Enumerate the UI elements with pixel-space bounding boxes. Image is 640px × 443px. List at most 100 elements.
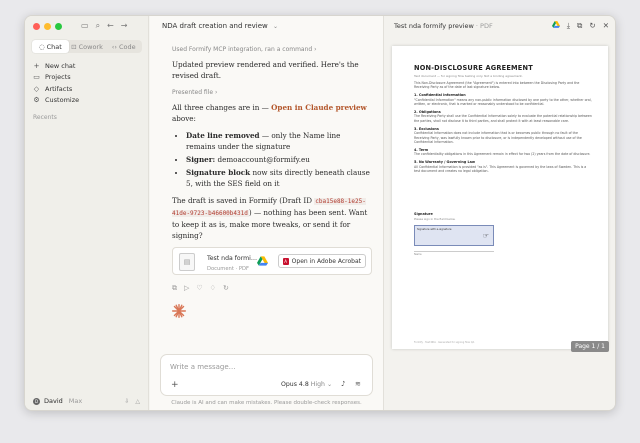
chat-title[interactable]: NDA draft creation and review ⌄ (162, 22, 278, 30)
refresh-icon[interactable]: ↻ (589, 21, 595, 31)
claude-logo-icon (172, 304, 186, 318)
sidebar-item-label: Artifacts (45, 84, 73, 93)
window-controls (33, 23, 62, 30)
pdf-page: NON-DISCLOSURE AGREEMENT Test document —… (392, 46, 608, 349)
list-item: Date line removed — only the Name line r… (186, 130, 372, 152)
tab-label: Cowork (78, 42, 103, 51)
chat-panel: NDA draft creation and review ⌄ Used For… (150, 16, 383, 410)
close-icon[interactable]: ✕ (603, 21, 609, 31)
doc-intro: This Non-Disclosure Agreement (the "Agre… (414, 81, 580, 90)
tab-chat[interactable]: ◌ Chat (32, 40, 69, 53)
close-window-button[interactable] (33, 23, 40, 30)
doc-section-text: The confidentiality obligations in this … (414, 152, 591, 157)
signature-subtext: Please sign in the field below. (414, 217, 456, 221)
sidebar-toggle-icon[interactable]: ▭ (81, 21, 89, 31)
download-icon[interactable]: ⤓ (567, 21, 570, 31)
list-item: Signer: demoaccount@formify.eu (186, 154, 372, 165)
message-input[interactable]: Write a message… (170, 363, 236, 371)
thumbs-up-icon[interactable]: ♡ (196, 283, 202, 294)
document-icon: ▤ (179, 253, 195, 271)
open-external-icon[interactable]: ⧉ (577, 21, 582, 31)
signature-field[interactable]: Signature with e-signature ☞ (414, 225, 494, 246)
open-in-acrobat-button[interactable]: A Open in Adobe Acrobat (277, 254, 366, 268)
sidebar-item-projects[interactable]: ▭ Projects (33, 72, 79, 84)
sidebar-item-artifacts[interactable]: ◇ Artifacts (33, 83, 79, 95)
changes-post: above: (172, 114, 196, 123)
bullet-rest: demoaccount@formify.eu (215, 155, 310, 164)
tab-cowork[interactable]: ⊡ Cowork (69, 40, 106, 53)
google-drive-icon[interactable] (257, 256, 268, 266)
saved-text: The draft is saved in Formify (Draft ID … (172, 195, 372, 241)
search-icon[interactable]: ⌕ (96, 21, 100, 31)
preview-panel: Test nda formify preview · PDF ⤓ ⧉ ↻ ✕ N… (383, 16, 615, 410)
hand-pointer-icon: ☞ (482, 232, 489, 240)
doc-body: This Non-Disclosure Agreement (the "Agre… (414, 81, 592, 173)
tool-use-summary[interactable]: Used Formify MCP integration, ran a comm… (172, 44, 372, 55)
recents-heading: Recents (33, 114, 57, 121)
microphone-icon[interactable]: ♪ (341, 380, 345, 388)
customize-icon: ⚙ (33, 96, 40, 105)
sidebar-item-label: New chat (45, 61, 76, 70)
zoom-window-button[interactable] (55, 23, 62, 30)
open-preview-link[interactable]: Open in Claude preview (271, 103, 367, 112)
open-in-acrobat-label: Open in Adobe Acrobat (291, 257, 361, 265)
doc-section-text: The Receiving Party shall use the Confid… (414, 114, 592, 123)
acrobat-icon: A (282, 257, 289, 265)
signature-field-label: Signature with e-signature (417, 228, 452, 231)
voice-mode-icon[interactable]: ≋ (355, 380, 361, 388)
download-icon[interactable]: ⇩ (124, 398, 129, 405)
avatar: D (33, 397, 40, 405)
folder-icon: ▭ (33, 73, 40, 82)
preview-toolbar: ⤓ ⧉ ↻ ✕ (551, 21, 609, 31)
tool-use-text: Used Formify MCP integration, ran a comm… (172, 46, 313, 53)
bullet-bold: Date line removed (186, 131, 260, 140)
changes-text: All three changes are in — Open in Claud… (172, 102, 372, 124)
doc-section-text: All Confidential Information is provided… (414, 164, 587, 173)
signature-heading: Signature (414, 212, 433, 216)
saved-pre: The draft is saved in Formify (Draft ID (172, 196, 315, 205)
doc-meta: Test document — for signing flow testing… (414, 74, 523, 78)
preview-subtitle: · PDF (475, 22, 493, 30)
tab-code[interactable]: ‹› Code (105, 40, 142, 53)
thumbs-down-icon[interactable]: ♢ (210, 283, 216, 294)
doc-footer: Formify · Test NDA · Generated for signi… (414, 341, 475, 344)
effort-level: High (310, 381, 325, 388)
name-line: Name (414, 251, 494, 256)
assistant-message: Used Formify MCP integration, ran a comm… (172, 44, 372, 321)
app-window: ▭ ⌕ ← → ◌ Chat ⊡ Cowork ‹› Code + New ch… (24, 15, 616, 411)
sidebar-item-customize[interactable]: ⚙ Customize (33, 95, 79, 107)
doc-section-text: "Confidential Information" means any non… (414, 97, 592, 107)
user-plan: Max (68, 397, 83, 405)
tab-label: Code (118, 42, 136, 51)
chat-title-text: NDA draft creation and review (162, 22, 268, 30)
chevron-down-icon: ⌄ (326, 381, 333, 388)
cowork-icon: ⊡ (71, 42, 77, 51)
preview-title-text: Test nda formify preview (394, 22, 474, 30)
sidebar-nav: + New chat ▭ Projects ◇ Artifacts ⚙ Cust… (33, 60, 79, 106)
code-icon: ‹› (111, 42, 117, 51)
user-menu[interactable]: D David Max ⇩ △ (33, 397, 140, 405)
model-selector[interactable]: Opus 4.8 High ⌄ (281, 381, 332, 388)
back-icon[interactable]: ← (107, 21, 114, 31)
sidebar-item-label: Customize (45, 96, 80, 105)
forward-icon[interactable]: → (121, 21, 128, 31)
file-card[interactable]: ▤ Test nda formi… Document · PDF A Open … (172, 247, 372, 275)
minimize-window-button[interactable] (44, 23, 51, 30)
doc-heading: NON-DISCLOSURE AGREEMENT (414, 64, 533, 72)
bullet-bold: Signer: (186, 155, 216, 164)
play-icon[interactable]: ▷ (184, 283, 189, 294)
retry-icon[interactable]: ↻ (223, 283, 229, 294)
bullet-bold: Signature block (186, 168, 251, 177)
google-drive-icon[interactable] (551, 21, 560, 28)
warning-icon[interactable]: △ (135, 398, 140, 405)
message-actions: ⧉ ▷ ♡ ♢ ↻ (172, 283, 372, 294)
disclaimer: Claude is AI and can make mistakes. Plea… (171, 400, 362, 406)
presented-file-toggle[interactable]: Presented file › (172, 87, 372, 98)
window-icons: ▭ ⌕ ← → (81, 21, 127, 31)
sidebar-item-new-chat[interactable]: + New chat (33, 60, 79, 72)
copy-icon[interactable]: ⧉ (172, 283, 177, 294)
message-composer: Write a message… + Opus 4.8 High ⌄ ♪ ≋ (160, 354, 373, 396)
changes-pre: All three changes are in — (172, 103, 272, 112)
sidebar: ▭ ⌕ ← → ◌ Chat ⊡ Cowork ‹› Code + New ch… (25, 16, 149, 410)
plus-icon[interactable]: + (171, 380, 179, 390)
